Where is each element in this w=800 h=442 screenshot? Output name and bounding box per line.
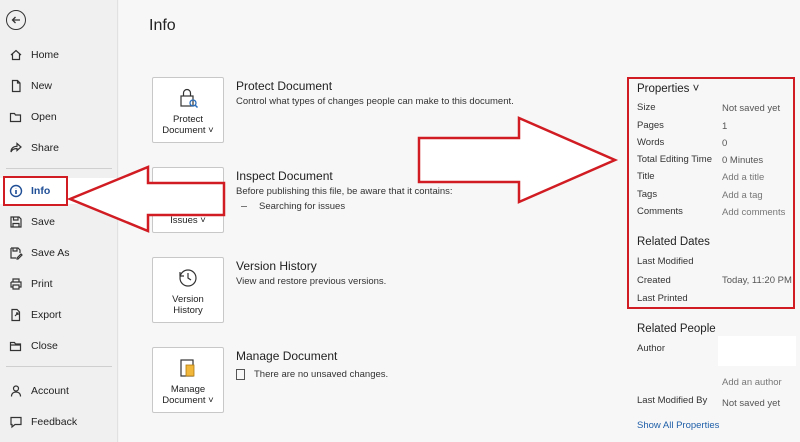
nav-print[interactable]: Print [0,271,118,297]
nav-export[interactable]: Export [0,302,118,328]
last-modified-by-label: Last Modified By [637,395,708,406]
print-icon [9,277,23,291]
version-label-1: Version [172,294,204,305]
show-all-properties-link[interactable]: Show All Properties [637,420,719,431]
manage-document-desc: There are no unsaved changes. [254,369,389,380]
page-title: Info [149,17,176,34]
author-label: Author [637,343,665,354]
last-modified-by-value: Not saved yet [722,398,781,409]
back-arrow-icon[interactable] [6,10,26,30]
protect-document-desc: Control what types of changes people can… [236,96,514,107]
document-icon [236,369,245,380]
protect-document-button[interactable]: Protect Document ˅ [152,77,224,143]
nav-new[interactable]: New [0,73,118,99]
history-icon [179,269,197,287]
inspect-status-text: Searching for issues [259,201,346,212]
nav-home-label: Home [31,49,60,61]
protect-document-title: Protect Document [236,79,333,93]
manage-document-icon [180,359,195,377]
share-icon [9,141,23,155]
nav-new-label: New [31,80,53,92]
info-highlight-box [3,176,68,206]
nav-print-label: Print [31,278,53,290]
protect-label-2: Document ˅ [162,125,214,136]
add-author-input[interactable]: Add an author [722,377,782,388]
nav-account-label: Account [31,385,69,397]
version-history-button[interactable]: Version History [152,257,224,323]
nav-close[interactable]: Close [0,333,118,359]
left-arrow-annotation [66,165,226,233]
manage-label-1: Manage [170,384,206,395]
spinner-icon [241,206,247,207]
author-avatar-area [718,336,796,366]
export-icon [9,308,23,322]
feedback-icon [9,415,23,429]
account-icon [9,384,23,398]
manage-document-button[interactable]: Manage Document ˅ [152,347,224,413]
nav-account[interactable]: Account [0,378,118,404]
save-as-icon [9,246,23,260]
nav-feedback-label: Feedback [31,416,78,428]
lock-icon [180,88,199,109]
nav-save-as[interactable]: Save As [0,240,118,266]
version-history-desc: View and restore previous versions. [236,276,387,287]
nav-share[interactable]: Share [0,135,118,161]
right-arrow-annotation [417,116,619,204]
nav-open-label: Open [31,111,57,123]
related-people-heading: Related People [637,323,716,335]
new-document-icon [9,79,23,93]
nav-open[interactable]: Open [0,104,118,130]
nav-save-as-label: Save As [31,247,70,259]
folder-open-icon [9,110,23,124]
nav-home[interactable]: Home [0,42,118,68]
manage-document-status: There are no unsaved changes. [236,369,388,380]
version-history-title: Version History [236,259,317,273]
protect-label-1: Protect [172,114,204,125]
home-icon [9,48,23,62]
version-label-2: History [173,305,203,316]
nav-save-label: Save [31,216,55,228]
inspect-document-title: Inspect Document [236,169,333,183]
close-folder-icon [9,339,23,353]
nav-feedback[interactable]: Feedback [0,409,118,435]
nav-close-label: Close [31,340,58,352]
manage-label-2: Document ˅ [162,395,214,406]
nav-separator [6,366,112,367]
nav-export-label: Export [31,309,62,321]
save-icon [9,215,23,229]
properties-highlight-box [627,77,795,309]
manage-document-title: Manage Document [236,349,338,363]
nav-share-label: Share [31,142,60,154]
inspect-status: Searching for issues [241,201,345,212]
